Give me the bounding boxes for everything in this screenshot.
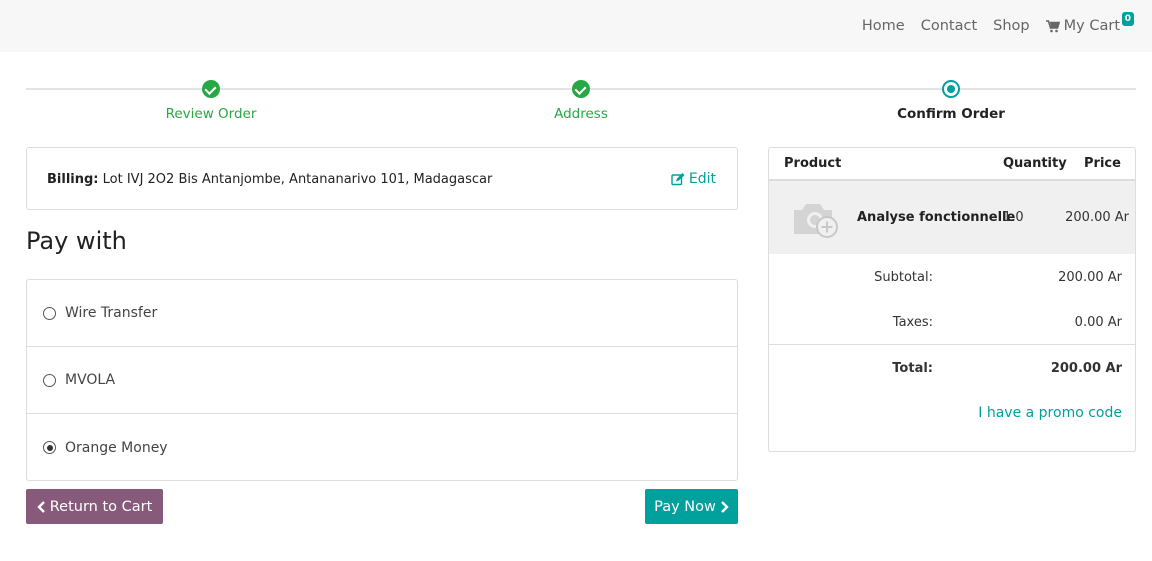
product-image-placeholder-icon	[794, 204, 838, 238]
summary-divider	[769, 344, 1135, 345]
payment-option-label: MVOLA	[65, 372, 116, 388]
nav-shop-link[interactable]: Shop	[985, 16, 1037, 36]
step-label: Address	[554, 106, 608, 122]
step-label: Confirm Order	[897, 106, 1005, 122]
payment-methods-list: Wire Transfer MVOLA Orange Money	[26, 279, 738, 481]
step-confirm-order: Confirm Order	[851, 80, 1051, 122]
radio-button[interactable]	[43, 306, 56, 320]
total-value: 200.00 Ar	[1050, 361, 1122, 376]
order-summary-card: Product Quantity Price Analyse fonctionn…	[768, 147, 1136, 452]
edit-billing-link[interactable]: Edit	[671, 171, 716, 187]
cart-label: My Cart	[1063, 18, 1120, 34]
step-address[interactable]: Address	[481, 80, 681, 122]
check-icon	[202, 80, 220, 98]
check-icon	[572, 80, 590, 98]
chevron-left-icon	[37, 500, 45, 513]
col-price: Price	[1084, 156, 1121, 171]
return-to-cart-button[interactable]: Return to Cart	[26, 489, 163, 524]
step-label: Review Order	[165, 106, 257, 122]
nav-home-link[interactable]: Home	[854, 16, 913, 36]
return-to-cart-label: Return to Cart	[49, 498, 153, 515]
radio-button[interactable]	[43, 373, 56, 387]
step-review-order[interactable]: Review Order	[111, 80, 311, 122]
top-navbar: Home Contact Shop My Cart 0	[0, 0, 1152, 52]
product-name: Analyse fonctionnelle	[857, 210, 1016, 225]
total-label: Total:	[892, 361, 933, 376]
payment-option-label: Wire Transfer	[65, 305, 158, 321]
nav-cart-link[interactable]: My Cart 0	[1038, 12, 1134, 36]
product-price: 200.00 Ar	[1065, 210, 1129, 225]
col-product: Product	[784, 156, 842, 171]
shopping-cart-icon	[1045, 19, 1060, 32]
payment-option-label: Orange Money	[65, 439, 168, 456]
payment-option-mvola[interactable]: MVOLA	[27, 347, 737, 414]
cart-count-badge: 0	[1121, 12, 1134, 26]
taxes-value: 0.00 Ar	[1074, 315, 1122, 330]
payment-option-wire-transfer[interactable]: Wire Transfer	[27, 280, 737, 347]
edit-label: Edit	[688, 171, 716, 187]
radio-button-selected[interactable]	[43, 441, 56, 454]
billing-card: Billing: Lot IVJ 2O2 Bis Antanjombe, Ant…	[26, 147, 738, 210]
main-nav: Home Contact Shop My Cart 0	[854, 12, 1134, 36]
taxes-label: Taxes:	[892, 315, 933, 330]
edit-icon	[671, 172, 685, 185]
pay-now-label: Pay Now	[654, 498, 716, 515]
promo-code-link[interactable]: I have a promo code	[978, 405, 1122, 421]
pay-with-heading: Pay with	[26, 227, 127, 255]
subtotal-value: 200.00 Ar	[1058, 270, 1122, 285]
col-quantity: Quantity	[1003, 156, 1067, 171]
nav-contact-link[interactable]: Contact	[913, 16, 985, 36]
summary-table-header: Product Quantity Price	[769, 148, 1135, 181]
chevron-right-icon	[721, 500, 729, 513]
summary-product-row: Analyse fonctionnelle 1.0 200.00 Ar	[769, 181, 1135, 254]
billing-address: Lot IVJ 2O2 Bis Antanjombe, Antananarivo…	[102, 172, 493, 187]
current-step-icon	[942, 80, 960, 98]
payment-option-orange-money[interactable]: Orange Money	[27, 414, 737, 481]
subtotal-label: Subtotal:	[874, 270, 933, 285]
product-quantity: 1.0	[1003, 210, 1024, 225]
pay-now-button[interactable]: Pay Now	[645, 489, 738, 524]
billing-text: Billing: Lot IVJ 2O2 Bis Antanjombe, Ant…	[47, 172, 492, 187]
billing-label: Billing:	[47, 172, 99, 187]
